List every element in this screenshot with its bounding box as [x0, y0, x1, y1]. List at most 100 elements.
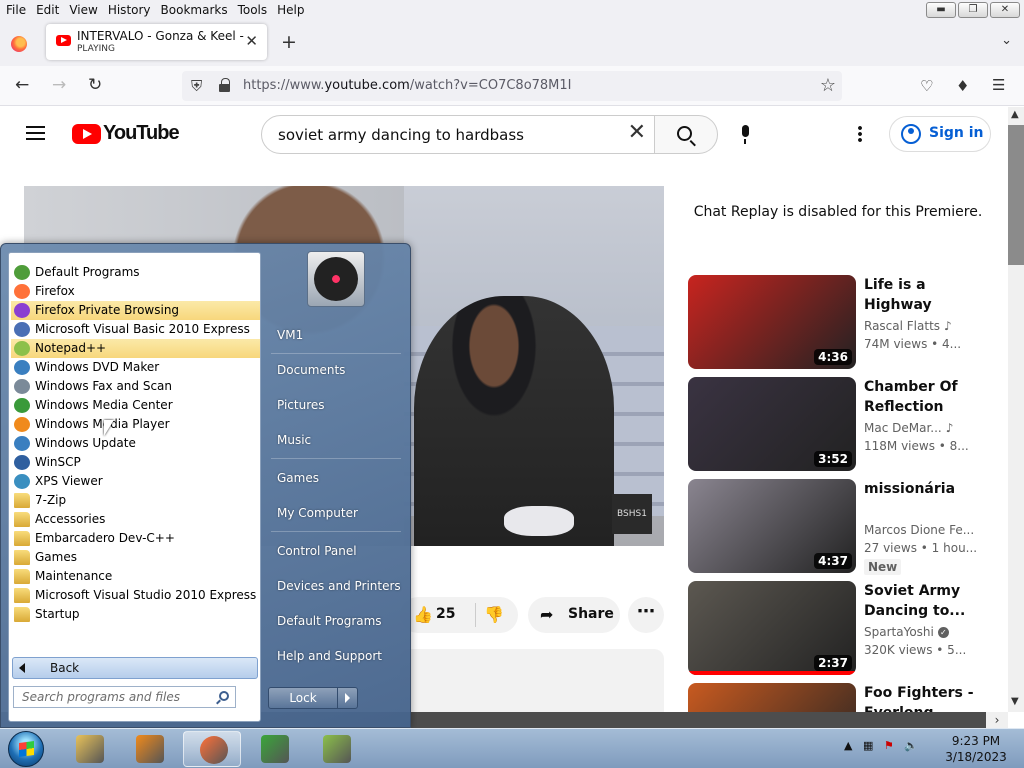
sign-in-button[interactable]: Sign in	[889, 116, 991, 152]
app-menu-icon[interactable]: ☰	[992, 76, 1005, 94]
recommendation-thumbnail[interactable]: 3:52	[688, 377, 856, 471]
program-item[interactable]: Startup	[11, 605, 260, 624]
recommendation-thumbnail[interactable]: 4:36	[688, 275, 856, 369]
program-item[interactable]: Microsoft Visual Studio 2010 Express	[11, 586, 260, 605]
show-hidden-icons-icon[interactable]: ▲	[844, 739, 852, 752]
start-link-default-programs[interactable]: Default Programs	[277, 614, 382, 628]
extensions-icon[interactable]: ♦	[956, 77, 969, 95]
url-bar[interactable]: ⛨ https://www.youtube.com/watch?v=CO7C8o…	[182, 71, 842, 101]
program-item[interactable]: Embarcadero Dev-C++	[11, 529, 260, 548]
search-input[interactable]: soviet army dancing to hardbass ✕	[261, 115, 655, 154]
back-button[interactable]: Back	[12, 657, 258, 679]
clear-search-icon[interactable]: ✕	[628, 120, 646, 145]
program-item[interactable]: Windows DVD Maker	[11, 358, 260, 377]
lock-icon[interactable]	[219, 78, 230, 92]
reload-icon[interactable]: ↻	[88, 75, 102, 95]
program-item[interactable]: XPS Viewer	[11, 472, 260, 491]
recommendation-item[interactable]: 2:37 Soviet Army Dancing to... SpartaYoshi…	[688, 581, 988, 675]
scroll-down-icon[interactable]: ▼	[1011, 696, 1019, 707]
recommendation-title[interactable]: Soviet Army Dancing to...	[864, 581, 986, 621]
hamburger-menu-icon[interactable]	[26, 126, 45, 140]
share-button[interactable]: ➦ Share	[528, 597, 620, 633]
search-query[interactable]: soviet army dancing to hardbass	[278, 126, 524, 144]
menu-file[interactable]: File	[0, 3, 31, 17]
lock-button[interactable]: Lock	[268, 687, 358, 709]
dislike-icon[interactable]: 👎	[484, 605, 504, 624]
menu-history[interactable]: History	[103, 3, 156, 17]
new-tab-icon[interactable]: +	[281, 31, 297, 53]
recommendation-thumbnail[interactable]: 4:37	[688, 479, 856, 573]
like-count[interactable]: 25	[436, 606, 455, 622]
program-item[interactable]: Windows Fax and Scan	[11, 377, 260, 396]
program-item[interactable]: Windows Update	[11, 434, 260, 453]
start-link-my-computer[interactable]: My Computer	[277, 506, 358, 520]
firefox-view-icon[interactable]	[11, 36, 27, 52]
more-actions-button[interactable]: ⋯	[628, 597, 664, 633]
program-item[interactable]: 7-Zip	[11, 491, 260, 510]
clock[interactable]: 9:23 PM 3/18/2023	[936, 733, 1016, 765]
more-options-icon[interactable]	[858, 125, 862, 143]
program-item[interactable]: Maintenance	[11, 567, 260, 586]
close-button[interactable]: ✕	[990, 2, 1020, 18]
search-button[interactable]	[654, 115, 718, 154]
program-item[interactable]: Default Programs	[11, 263, 260, 282]
recommendation-item[interactable]: 4:37 missionária Marcos Dione Fe... 27 view…	[688, 479, 988, 575]
recommendation-item[interactable]: 4:36 Life is a Highway Rascal Flatts ♪ 74M v…	[688, 275, 988, 369]
program-item[interactable]: Firefox	[11, 282, 260, 301]
channel-name[interactable]: SpartaYoshi ✓	[864, 625, 988, 639]
youtube-logo-text[interactable]: YouTube	[103, 122, 180, 145]
pocket-icon[interactable]: ♡	[920, 77, 933, 95]
forward-arrow-icon[interactable]: →	[52, 75, 66, 95]
back-arrow-icon[interactable]: ←	[15, 75, 29, 95]
recommendation-title[interactable]: missionária	[864, 479, 986, 499]
tab-close-icon[interactable]: ✕	[245, 32, 258, 50]
recommendation-item[interactable]: Foo Fighters - Everlong	[688, 683, 988, 712]
recommendation-title[interactable]: Foo Fighters - Everlong	[864, 683, 986, 712]
list-tabs-chevron-icon[interactable]: ⌄	[1001, 33, 1012, 48]
action-center-icon[interactable]: ⚑	[884, 739, 894, 752]
start-link-help-and-support[interactable]: Help and Support	[277, 649, 382, 663]
channel-name[interactable]: Marcos Dione Fe...	[864, 523, 988, 537]
volume-icon[interactable]: 🔈	[904, 739, 918, 752]
network-icon[interactable]: ▦	[863, 739, 873, 752]
recommendation-thumbnail[interactable]	[688, 683, 856, 712]
recommendation-thumbnail[interactable]: 2:37	[688, 581, 856, 675]
start-search-input[interactable]: Search programs and files	[13, 686, 236, 708]
minimize-button[interactable]: ▬	[926, 2, 956, 18]
program-item[interactable]: Notepad++	[11, 339, 260, 358]
start-link-games[interactable]: Games	[277, 471, 319, 485]
taskbar-media-player-button[interactable]	[120, 731, 178, 767]
microphone-icon[interactable]	[739, 125, 751, 145]
recommendation-title[interactable]: Chamber Of Reflection	[864, 377, 986, 417]
scroll-right-icon[interactable]: ›	[986, 712, 1008, 728]
menu-edit[interactable]: Edit	[31, 3, 64, 17]
start-link-documents[interactable]: Documents	[277, 363, 345, 377]
restore-button[interactable]: ❐	[958, 2, 988, 18]
url-text[interactable]: https://www.youtube.com/watch?v=CO7C8o78…	[243, 78, 572, 93]
program-item[interactable]: Firefox Private Browsing	[11, 301, 260, 320]
menu-help[interactable]: Help	[272, 3, 309, 17]
like-icon[interactable]: 👍	[413, 605, 433, 624]
shutdown-options-icon[interactable]	[337, 688, 357, 708]
start-button[interactable]	[8, 731, 44, 767]
program-item[interactable]: Windows Media Player	[11, 415, 260, 434]
vertical-scrollbar[interactable]: ▲ ▼	[1008, 107, 1024, 712]
recommendation-item[interactable]: 3:52 Chamber Of Reflection Mac DeMar... ♪ 11…	[688, 377, 988, 471]
scrollbar-thumb[interactable]	[1008, 125, 1024, 265]
start-link-devices-and-printers[interactable]: Devices and Printers	[277, 579, 401, 593]
taskbar-explorer-button[interactable]	[60, 731, 118, 767]
start-link-control-panel[interactable]: Control Panel	[277, 544, 357, 558]
taskbar-csharp-button[interactable]	[245, 731, 303, 767]
taskbar-firefox-button[interactable]	[183, 731, 241, 767]
start-link-pictures[interactable]: Pictures	[277, 398, 325, 412]
program-item[interactable]: Accessories	[11, 510, 260, 529]
menu-bookmarks[interactable]: Bookmarks	[156, 3, 233, 17]
menu-view[interactable]: View	[64, 3, 102, 17]
taskbar-notepadpp-button[interactable]	[307, 731, 365, 767]
recommendation-title[interactable]: Life is a Highway	[864, 275, 986, 315]
program-item[interactable]: Windows Media Center	[11, 396, 260, 415]
menu-tools[interactable]: Tools	[233, 3, 273, 17]
user-avatar[interactable]	[307, 251, 365, 307]
description-box[interactable]	[400, 649, 664, 712]
youtube-logo-icon[interactable]	[72, 124, 101, 144]
